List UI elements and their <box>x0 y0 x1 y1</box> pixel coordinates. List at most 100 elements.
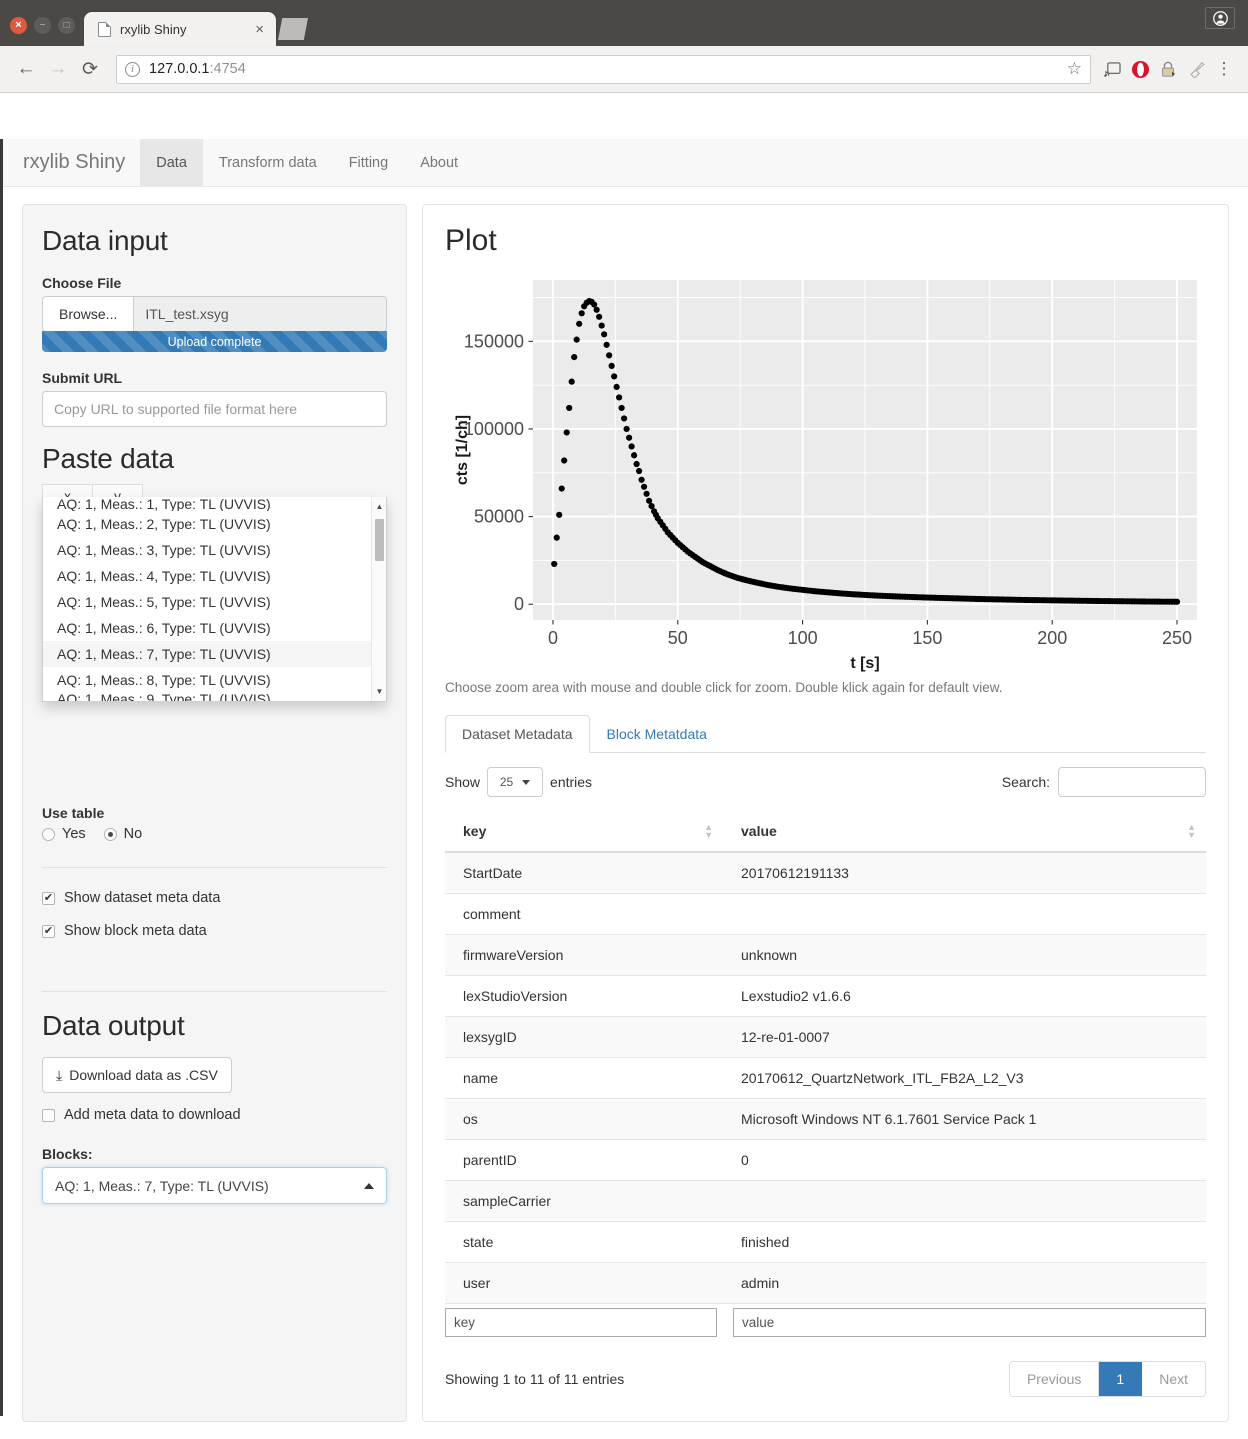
scroll-down-icon[interactable]: ▼ <box>372 684 386 699</box>
cell-value <box>723 1180 1206 1222</box>
pagination-next[interactable]: Next <box>1142 1362 1205 1396</box>
window-close-button[interactable]: × <box>10 17 27 34</box>
filter-key-input[interactable]: key <box>445 1308 717 1337</box>
site-info-icon[interactable]: i <box>125 61 140 77</box>
chevron-down-icon <box>522 779 531 785</box>
filter-value-input[interactable]: value <box>733 1308 1206 1337</box>
divider-1 <box>42 867 387 868</box>
pagination-previous[interactable]: Previous <box>1009 1362 1100 1396</box>
cell-key: lexsygID <box>445 1016 723 1058</box>
table-row[interactable]: lexsygID 12-re-01-0007 <box>445 1016 1206 1058</box>
pagination-page-1[interactable]: 1 <box>1099 1362 1143 1396</box>
browser-titlebar: × − □ rxylib Shiny × <box>0 0 1248 46</box>
nav-item-transform-data[interactable]: Transform data <box>203 139 333 186</box>
dropdown-option-5[interactable]: AQ: 1, Meas.: 6, Type: TL (UVVIS) <box>43 615 386 641</box>
checkbox-show-block-meta[interactable]: ✔ Show block meta data <box>42 923 387 939</box>
table-row[interactable]: user admin <box>445 1262 1206 1304</box>
dropdown-option-4[interactable]: AQ: 1, Meas.: 5, Type: TL (UVVIS) <box>43 589 386 615</box>
column-header-key[interactable]: key ▲ ▼ <box>445 811 723 853</box>
dropdown-option-0[interactable]: AQ: 1, Meas.: 1, Type: TL (UVVIS) <box>43 497 386 511</box>
svg-text:0: 0 <box>548 628 558 648</box>
table-row[interactable]: lexStudioVersion Lexstudio2 v1.6.6 <box>445 975 1206 1017</box>
showing-entries-info: Showing 1 to 11 of 11 entries <box>445 1371 625 1387</box>
back-button[interactable]: ← <box>11 54 41 84</box>
dropdown-option-1[interactable]: AQ: 1, Meas.: 2, Type: TL (UVVIS) <box>43 511 386 537</box>
blocks-dropdown-list[interactable]: AQ: 1, Meas.: 1, Type: TL (UVVIS) AQ: 1,… <box>42 497 387 702</box>
table-row[interactable]: name 20170612_QuartzNetwork_ITL_FB2A_L2_V… <box>445 1057 1206 1099</box>
bookmark-star-icon[interactable]: ☆ <box>1067 59 1082 79</box>
checkbox-show-dataset-meta[interactable]: ✔ Show dataset meta data <box>42 890 387 906</box>
forward-button[interactable]: → <box>43 54 73 84</box>
dropdown-scrollbar[interactable]: ▲ ▼ <box>371 497 386 701</box>
plot-title: Plot <box>445 224 497 257</box>
checkmark-icon: ✔ <box>42 891 55 905</box>
new-tab-button[interactable] <box>278 18 308 40</box>
dropdown-option-2[interactable]: AQ: 1, Meas.: 3, Type: TL (UVVIS) <box>43 537 386 563</box>
blocks-select[interactable]: AQ: 1, Meas.: 7, Type: TL (UVVIS) <box>42 1167 387 1204</box>
scrollbar-thumb[interactable] <box>375 519 384 561</box>
table-row[interactable]: firmwareVersion unknown <box>445 934 1206 976</box>
checkmark-icon: ✔ <box>42 924 55 938</box>
search-control: Search: <box>1002 767 1206 797</box>
window-maximize-button[interactable]: □ <box>58 17 75 34</box>
metadata-tabs: Dataset Metadata Block Metatdata <box>445 715 1206 753</box>
table-row[interactable]: comment <box>445 893 1206 935</box>
table-row[interactable]: parentID 0 <box>445 1139 1206 1181</box>
svg-text:250: 250 <box>1162 628 1192 648</box>
dropdown-option-7[interactable]: AQ: 1, Meas.: 8, Type: TL (UVVIS) <box>43 667 386 693</box>
download-csv-button[interactable]: ⤓ Download data as .CSV <box>42 1057 232 1093</box>
cast-button[interactable] <box>1099 56 1125 82</box>
cell-value: 12-re-01-0007 <box>723 1016 1206 1058</box>
nav-item-fitting[interactable]: Fitting <box>333 139 405 186</box>
dropdown-option-6[interactable]: AQ: 1, Meas.: 7, Type: TL (UVVIS) <box>43 641 386 667</box>
table-row[interactable]: sampleCarrier <box>445 1180 1206 1222</box>
use-table-label: Use table <box>42 805 105 821</box>
window-minimize-button[interactable]: − <box>34 17 51 34</box>
reload-button[interactable]: ⟳ <box>75 54 105 84</box>
file-input[interactable]: Browse... ITL_test.xsyg <box>42 296 387 332</box>
checkbox-add-meta-to-download[interactable]: Add meta data to download <box>42 1107 387 1123</box>
cell-key: name <box>445 1057 723 1099</box>
table-row[interactable]: state finished <box>445 1221 1206 1263</box>
search-input[interactable] <box>1058 767 1206 797</box>
radio-option-no[interactable]: No <box>103 826 142 842</box>
tab-close-icon[interactable]: × <box>251 22 268 37</box>
cell-key: state <box>445 1221 723 1263</box>
column-header-value[interactable]: value ▲ ▼ <box>723 811 1206 853</box>
plot-canvas[interactable]: 0 50 100 150 200 250 0 50000 100000 150000 t [s] ct… <box>445 275 1203 673</box>
dropdown-option-3[interactable]: AQ: 1, Meas.: 4, Type: TL (UVVIS) <box>43 563 386 589</box>
table-row[interactable]: StartDate 20170612191133 <box>445 852 1206 894</box>
svg-text:0: 0 <box>514 594 524 614</box>
cell-value: 20170612191133 <box>723 852 1206 894</box>
reload-icon: ⟳ <box>82 58 98 80</box>
app-brand[interactable]: rxylib Shiny <box>3 139 140 186</box>
svg-text:t [s]: t [s] <box>850 655 879 672</box>
nav-item-about[interactable]: About <box>404 139 474 186</box>
submit-url-input[interactable] <box>42 391 387 427</box>
svg-text:100000: 100000 <box>464 419 524 439</box>
maximize-icon: □ <box>63 19 70 31</box>
page-length-select[interactable]: 25 <box>487 767 544 797</box>
cleaner-extension-button[interactable] <box>1183 56 1209 82</box>
table-row[interactable]: os Microsoft Windows NT 6.1.7601 Service … <box>445 1098 1206 1140</box>
opera-extension-button[interactable] <box>1127 56 1153 82</box>
header-key-label: key <box>463 823 487 839</box>
nav-item-data[interactable]: Data <box>140 139 203 186</box>
address-bar[interactable]: i 127.0.0.1:4754 ☆ <box>116 54 1091 84</box>
scatter-plot[interactable]: 0 50 100 150 200 250 0 50000 100000 150000 t [s] ct… <box>445 275 1203 673</box>
cell-value: Microsoft Windows NT 6.1.7601 Service Pa… <box>723 1098 1206 1140</box>
page-length-value: 25 <box>499 775 514 789</box>
browser-tab[interactable]: rxylib Shiny × <box>84 12 276 46</box>
browser-menu-button[interactable]: ⋮ <box>1211 56 1237 82</box>
password-manager-button[interactable] <box>1155 56 1181 82</box>
header-value-label: value <box>741 823 777 839</box>
tab-block-metadata[interactable]: Block Metatdata <box>590 715 724 753</box>
profile-button[interactable] <box>1205 7 1235 29</box>
scroll-up-icon[interactable]: ▲ <box>372 499 386 514</box>
chevron-up-icon <box>364 1182 374 1189</box>
profile-icon <box>1212 10 1228 26</box>
browse-button[interactable]: Browse... <box>43 297 135 331</box>
radio-option-yes[interactable]: Yes <box>42 826 86 842</box>
dropdown-option-8[interactable]: AQ: 1, Meas.: 9, Type: TL (UVVIS) <box>43 693 386 701</box>
tab-dataset-metadata[interactable]: Dataset Metadata <box>445 715 590 753</box>
